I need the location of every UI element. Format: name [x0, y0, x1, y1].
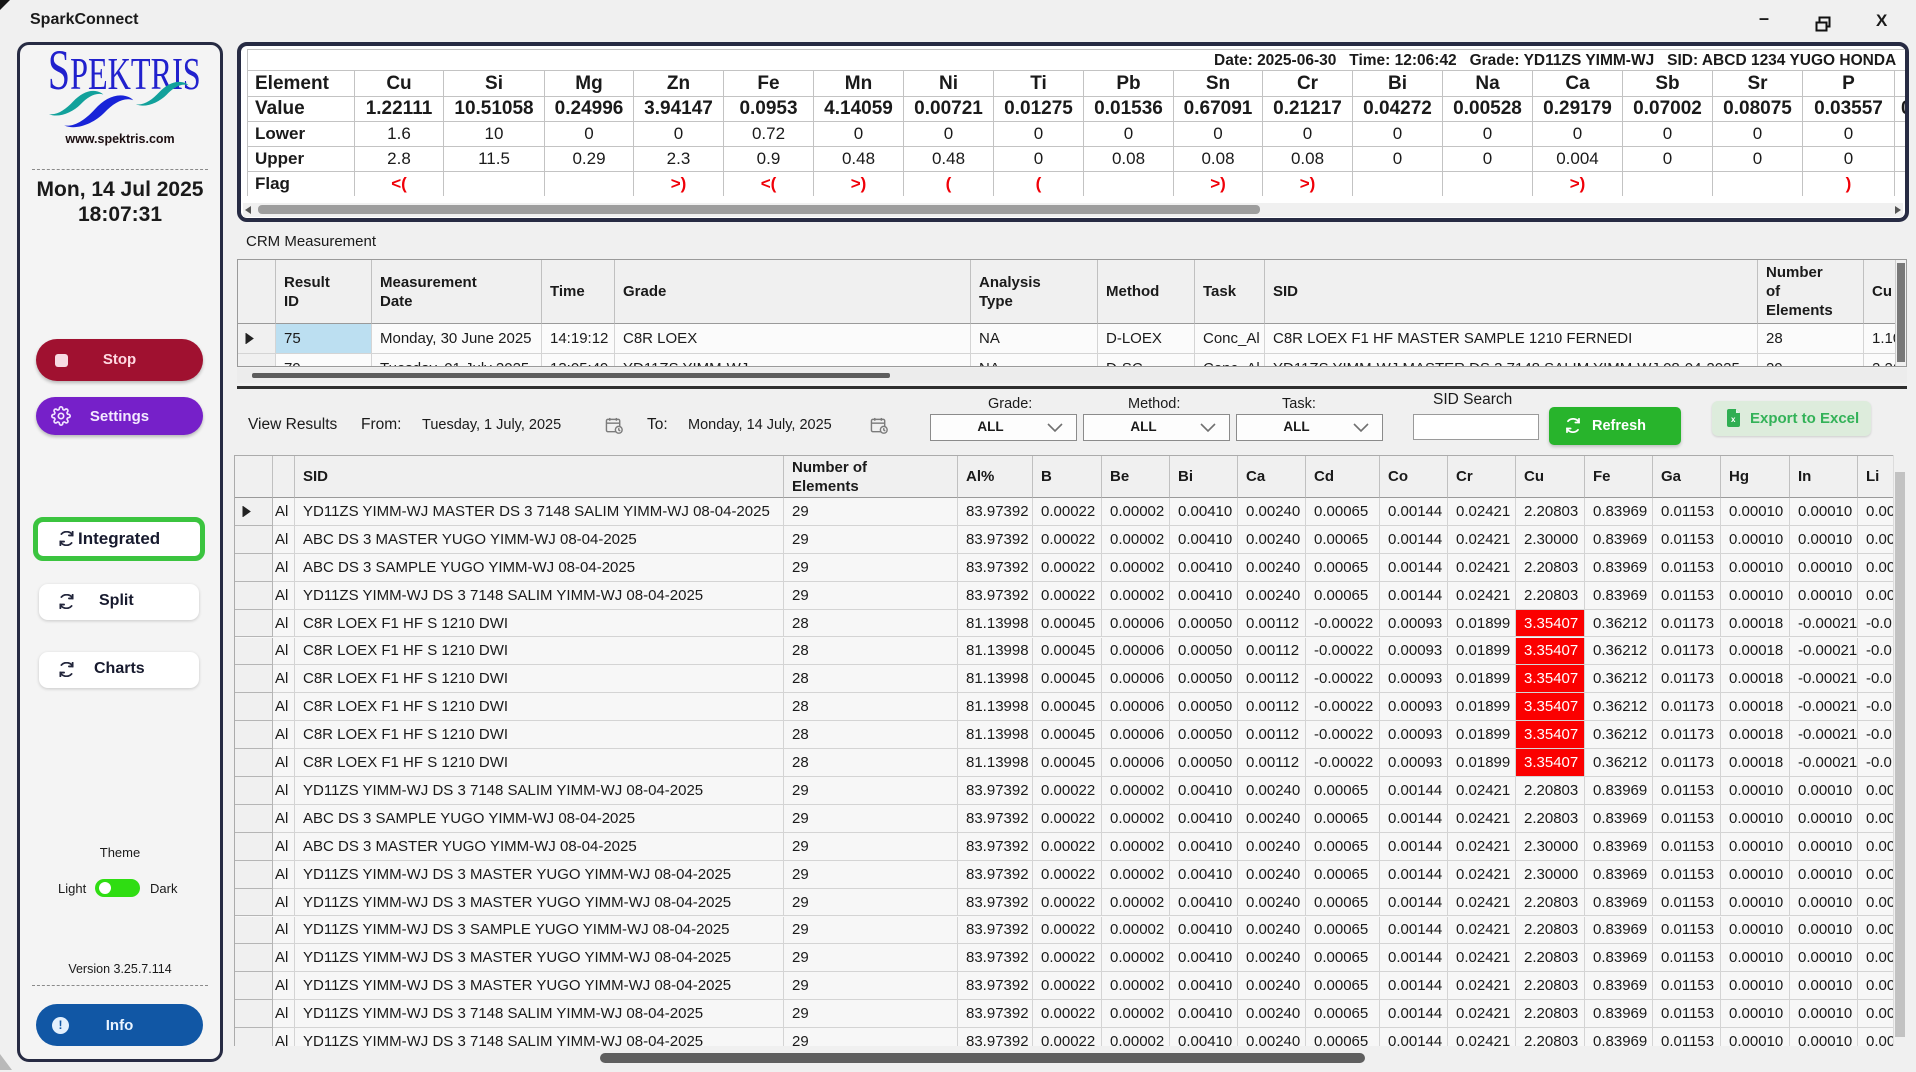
svg-text:x: x [1731, 415, 1736, 424]
